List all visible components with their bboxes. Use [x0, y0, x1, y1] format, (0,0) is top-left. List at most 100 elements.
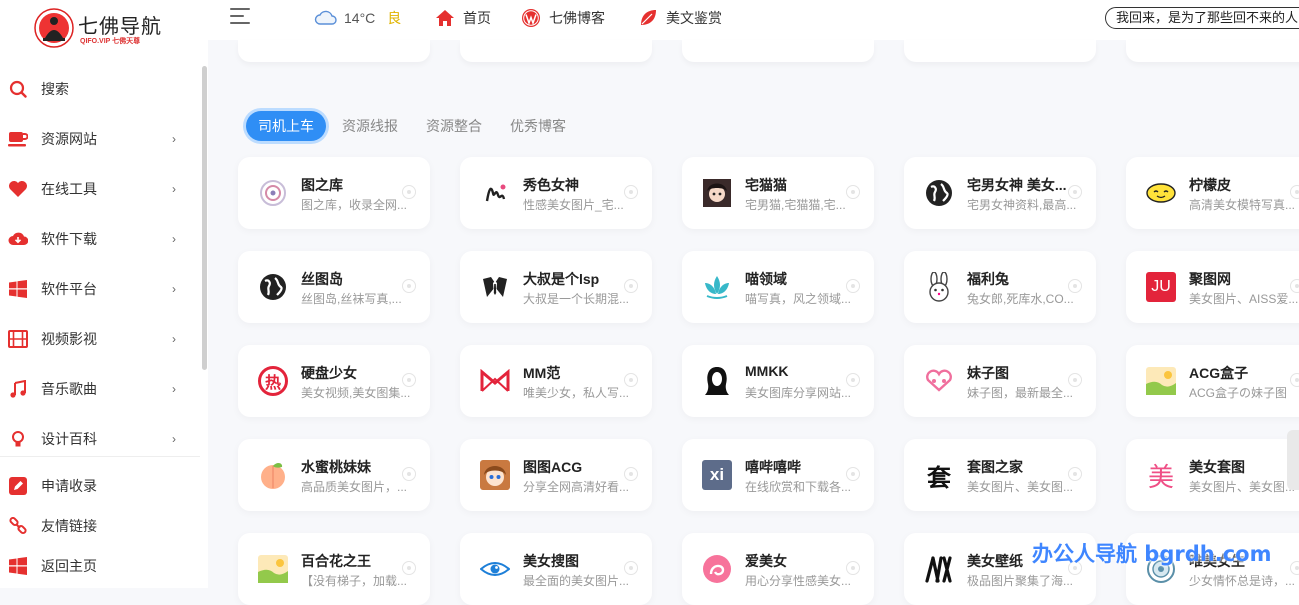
site-card[interactable]: 图之库 图之库，收录全网...	[238, 157, 430, 229]
sidebar-item-software-download[interactable]: 软件下载 ›	[0, 214, 208, 264]
site-card[interactable]: 大叔是个lsp 大叔是一个长期混...	[460, 251, 652, 323]
top-bar: 14°C 良 首页 七佛博客 美文鉴赏 我回来，是为了那些回不来的人	[208, 0, 1299, 40]
detail-icon[interactable]	[1290, 561, 1299, 575]
anime-avatar-icon	[480, 460, 510, 490]
site-name: 聚图网	[1189, 271, 1231, 287]
detail-icon[interactable]	[1068, 185, 1082, 199]
site-desc: 性感美女图片_宅...	[523, 198, 624, 212]
hamburger-line	[230, 22, 250, 24]
hot-badge-icon: 热	[258, 366, 288, 396]
sidebar-item-home[interactable]: 返回主页	[0, 546, 208, 586]
chevron-right-icon: ›	[172, 332, 176, 346]
site-card[interactable]: 百合花之王 【没有梯子，加载...	[238, 533, 430, 605]
detail-icon[interactable]	[402, 279, 416, 293]
detail-icon[interactable]	[846, 467, 860, 481]
site-card[interactable]: xi 嘻哔嘻哔 在线欣赏和下载各...	[682, 439, 874, 511]
detail-icon[interactable]	[1068, 279, 1082, 293]
site-card[interactable]: 美女搜图 最全面的美女图片...	[460, 533, 652, 605]
site-card[interactable]: 柠檬皮 高清美女模特写真...	[1126, 157, 1299, 229]
site-card[interactable]: 妹子图 妹子图，最新最全...	[904, 345, 1096, 417]
top-link-label: 首页	[463, 10, 491, 26]
sidebar-scrollbar[interactable]	[202, 66, 207, 370]
tab-resource-collection[interactable]: 资源整合	[414, 111, 494, 141]
site-card[interactable]: ACG盒子 ACG盒子の妹子图	[1126, 345, 1299, 417]
sidebar-item-resource-sites[interactable]: 资源网站 ›	[0, 114, 208, 164]
site-card[interactable]: 秀色女神 性感美女图片_宅...	[460, 157, 652, 229]
site-card[interactable]: JU 聚图网 美女图片、AISS爱...	[1126, 251, 1299, 323]
watermark: 办公人导航 bgrdh.com	[1032, 542, 1272, 566]
site-card[interactable]: 丝图岛 丝图岛,丝袜写真,...	[238, 251, 430, 323]
detail-icon[interactable]	[624, 467, 638, 481]
detail-icon[interactable]	[1290, 185, 1299, 199]
site-card[interactable]: 福利兔 兔女郎,死库水,CO...	[904, 251, 1096, 323]
tab-top-blogs[interactable]: 优秀博客	[498, 111, 578, 141]
menu-toggle-button[interactable]	[230, 8, 250, 28]
detail-icon[interactable]	[402, 185, 416, 199]
detail-icon[interactable]	[402, 561, 416, 575]
sidebar-item-software-platform[interactable]: 软件平台 ›	[0, 264, 208, 314]
link-icon	[9, 517, 27, 535]
sidebar-item-submit-site[interactable]: 申请收录	[0, 466, 208, 506]
detail-icon[interactable]	[1290, 279, 1299, 293]
detail-icon[interactable]	[624, 561, 638, 575]
site-card[interactable]: MM范 唯美少女，私人写...	[460, 345, 652, 417]
card-partial[interactable]	[1126, 40, 1299, 62]
sidebar-item-search[interactable]: 搜索	[0, 64, 208, 114]
site-card[interactable]: 爱美女 用心分享性感美女...	[682, 533, 874, 605]
meizitu-logo-icon	[926, 369, 952, 392]
sidebar-item-friend-links[interactable]: 友情链接	[0, 506, 208, 546]
top-link-blog[interactable]: 七佛博客	[521, 8, 605, 28]
detail-icon[interactable]	[846, 279, 860, 293]
site-card[interactable]: 水蜜桃妹妹 高品质美女图片，...	[238, 439, 430, 511]
card-partial[interactable]	[904, 40, 1096, 62]
film-icon	[8, 330, 28, 348]
bizhi-logo-icon	[925, 556, 952, 583]
detail-icon[interactable]	[402, 467, 416, 481]
detail-icon[interactable]	[846, 373, 860, 387]
sidebar-item-music[interactable]: 音乐歌曲 ›	[0, 364, 208, 414]
detail-icon[interactable]	[624, 373, 638, 387]
site-card[interactable]: 宅猫猫 宅男猫,宅猫猫,宅...	[682, 157, 874, 229]
detail-icon[interactable]	[1068, 467, 1082, 481]
site-desc: 美女图片、美女图...	[1189, 480, 1296, 494]
site-desc: 宅男猫,宅猫猫,宅...	[745, 198, 846, 212]
detail-icon[interactable]	[1290, 373, 1299, 387]
top-link-essays[interactable]: 美文鉴赏	[638, 8, 722, 28]
side-tool-handle[interactable]	[1287, 430, 1299, 490]
meinv-logo-icon: 美	[1146, 460, 1176, 492]
hamburger-line	[230, 8, 250, 10]
site-card[interactable]: 宅男女神 美女... 宅男女神资料,最高...	[904, 157, 1096, 229]
site-card[interactable]: 美 美女套图 美女图片、美女图...	[1126, 439, 1299, 511]
site-desc: 喵写真，风之领域...	[745, 292, 852, 306]
weather-temperature: 14°C	[344, 10, 376, 26]
tab-driver[interactable]: 司机上车	[246, 111, 326, 141]
music-icon	[10, 380, 26, 398]
site-card[interactable]: 热 硬盘少女 美女视频,美女图集...	[238, 345, 430, 417]
detail-icon[interactable]	[402, 373, 416, 387]
sidebar-item-video[interactable]: 视频影视 ›	[0, 314, 208, 364]
detail-icon[interactable]	[846, 185, 860, 199]
site-logo[interactable]: 七佛导航 QIFO.VIP 七佛天尊	[34, 8, 194, 48]
card-partial[interactable]	[682, 40, 874, 62]
site-card[interactable]: 喵领域 喵写真，风之领域...	[682, 251, 874, 323]
tab-resource-news[interactable]: 资源线报	[330, 111, 410, 141]
site-desc: 分享全网高清好看...	[523, 480, 630, 494]
sidebar-item-label: 在线工具	[41, 181, 97, 197]
site-desc: 兔女郎,死库水,CO...	[967, 292, 1074, 306]
chevron-right-icon: ›	[172, 432, 176, 446]
site-card[interactable]: MMKK 美女图库分享网站...	[682, 345, 874, 417]
detail-icon[interactable]	[1068, 373, 1082, 387]
weather-widget[interactable]: 14°C 良	[314, 8, 401, 28]
air-quality: 良	[387, 10, 402, 26]
detail-icon[interactable]	[846, 561, 860, 575]
detail-icon[interactable]	[624, 185, 638, 199]
card-partial[interactable]	[238, 40, 430, 62]
top-link-home[interactable]: 首页	[435, 8, 491, 28]
site-card[interactable]: 套 套图之家 美女图片、美女图...	[904, 439, 1096, 511]
card-partial[interactable]	[460, 40, 652, 62]
sidebar-item-online-tools[interactable]: 在线工具 ›	[0, 164, 208, 214]
site-card[interactable]: 图图ACG 分享全网高清好看...	[460, 439, 652, 511]
cup-icon	[8, 132, 28, 147]
detail-icon[interactable]	[624, 279, 638, 293]
logo-text: JU	[1151, 278, 1171, 295]
